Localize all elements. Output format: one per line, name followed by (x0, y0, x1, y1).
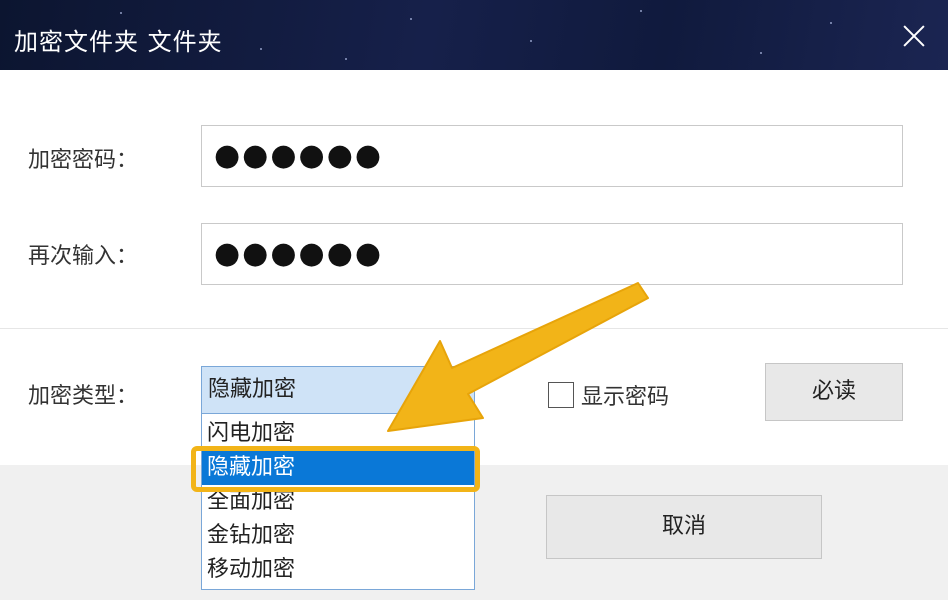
password-input[interactable]: ●●●●●● (201, 125, 903, 187)
dropdown-option[interactable]: 全面加密 (202, 485, 474, 519)
section-divider (0, 328, 948, 329)
must-read-button[interactable]: 必读 (765, 363, 903, 421)
dropdown-option[interactable]: 闪电加密 (202, 417, 474, 451)
encryption-type-label: 加密类型： (28, 384, 139, 409)
cancel-button[interactable]: 取消 (546, 495, 822, 559)
encryption-type-select[interactable]: 隐藏加密 (201, 366, 475, 414)
title-bar: 加密文件夹 文件夹 (0, 0, 948, 70)
close-icon[interactable] (898, 20, 930, 52)
password-label: 加密密码： (28, 148, 139, 173)
dropdown-option-selected[interactable]: 隐藏加密 (202, 451, 474, 485)
show-password-checkbox[interactable] (548, 382, 574, 408)
encryption-type-dropdown: 闪电加密 隐藏加密 全面加密 金钻加密 移动加密 (201, 414, 475, 590)
confirm-password-label: 再次输入： (28, 244, 139, 269)
dropdown-option[interactable]: 金钻加密 (202, 519, 474, 553)
dropdown-option[interactable]: 移动加密 (202, 553, 474, 587)
show-password-label[interactable]: 显示密码 (581, 379, 669, 411)
window-title: 加密文件夹 文件夹 (14, 28, 223, 56)
confirm-password-input[interactable]: ●●●●●● (201, 223, 903, 285)
